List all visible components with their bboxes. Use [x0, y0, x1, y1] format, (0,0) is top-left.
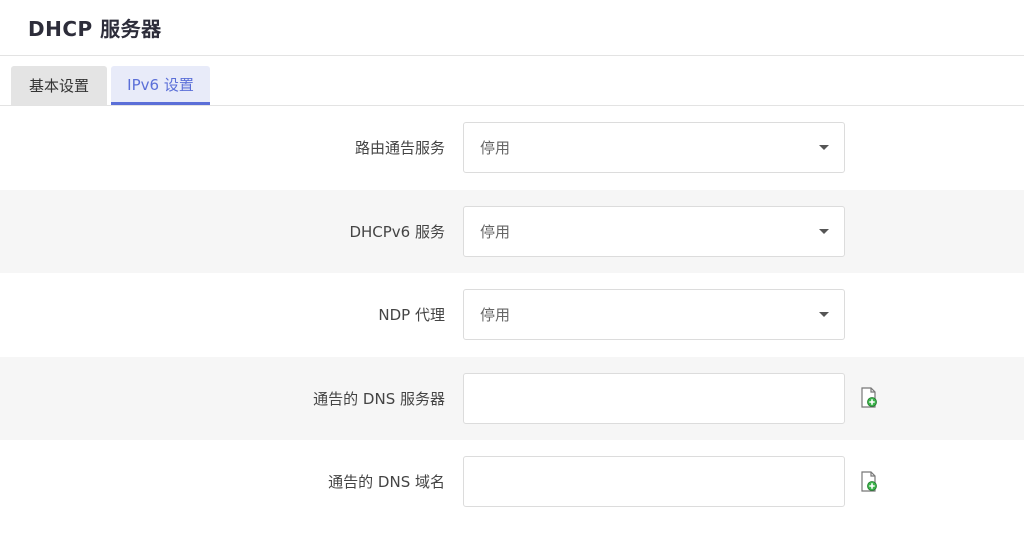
- field-label: NDP 代理: [378, 306, 445, 325]
- add-item-icon[interactable]: [859, 387, 879, 409]
- tab-basic-settings[interactable]: 基本设置: [11, 66, 107, 105]
- select-value: 停用: [480, 139, 511, 158]
- router-advertisement-select[interactable]: 停用: [463, 122, 845, 174]
- tab-ipv6-settings[interactable]: IPv6 设置: [111, 66, 210, 105]
- page-header: DHCP 服务器: [0, 0, 1024, 56]
- ndp-proxy-select[interactable]: 停用: [463, 289, 845, 341]
- select-value: 停用: [480, 306, 511, 325]
- row-ndp-proxy: NDP 代理 停用: [0, 273, 1024, 357]
- dns-domain-input[interactable]: [463, 456, 845, 508]
- row-announced-dns-domains: 通告的 DNS 域名: [0, 440, 1024, 524]
- field-label: DHCPv6 服务: [349, 222, 445, 241]
- field-label: 路由通告服务: [354, 139, 445, 158]
- caret-down-icon: [819, 312, 829, 318]
- row-announced-dns-servers: 通告的 DNS 服务器: [0, 356, 1024, 440]
- dhcpv6-service-select[interactable]: 停用: [463, 205, 845, 257]
- row-dhcpv6-service: DHCPv6 服务 停用: [0, 189, 1024, 273]
- select-value: 停用: [480, 222, 511, 241]
- caret-down-icon: [819, 145, 829, 151]
- tab-bar: 基本设置 IPv6 设置: [0, 56, 1024, 106]
- add-item-icon[interactable]: [859, 471, 879, 493]
- field-label: 通告的 DNS 域名: [328, 473, 445, 492]
- field-label: 通告的 DNS 服务器: [313, 389, 445, 408]
- dns-server-input[interactable]: [463, 372, 845, 424]
- row-router-advertisement: 路由通告服务 停用: [0, 106, 1024, 190]
- page-title: DHCP 服务器: [28, 17, 162, 41]
- caret-down-icon: [819, 228, 829, 234]
